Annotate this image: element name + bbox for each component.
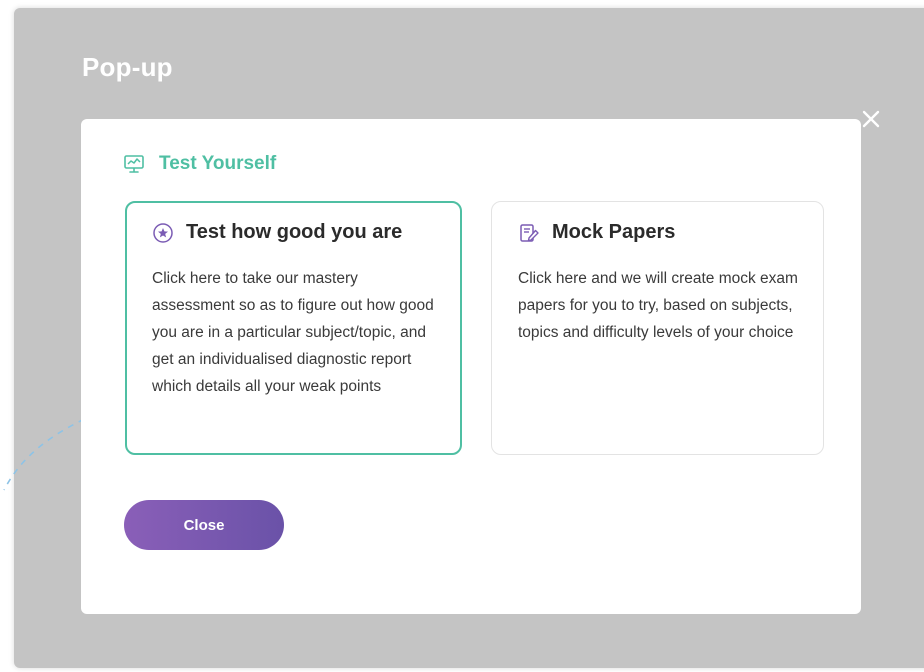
close-button[interactable]: Close bbox=[124, 500, 284, 550]
card-title: Test how good you are bbox=[186, 221, 403, 243]
page-title: Pop-up bbox=[82, 52, 173, 82]
star-circle-icon bbox=[153, 222, 173, 243]
card-head: Test how good you are bbox=[152, 221, 402, 244]
chart-monitor-icon bbox=[124, 155, 144, 173]
close-icon[interactable] bbox=[860, 108, 882, 130]
edit-document-icon bbox=[520, 223, 539, 242]
modal-header: Test Yourself bbox=[123, 153, 276, 175]
card-head: Mock Papers bbox=[518, 221, 675, 244]
test-yourself-modal: Test Yourself Test how good you are Clic… bbox=[81, 119, 861, 614]
test-how-good-card[interactable]: Test how good you are Click here to take… bbox=[125, 201, 462, 455]
modal-title: Test Yourself bbox=[159, 153, 277, 174]
card-description: Click here and we will create mock exam … bbox=[518, 270, 798, 341]
card-description: Click here to take our mastery assessmen… bbox=[152, 270, 434, 395]
mock-papers-card[interactable]: Mock Papers Click here and we will creat… bbox=[491, 201, 824, 455]
card-title: Mock Papers bbox=[552, 221, 676, 243]
